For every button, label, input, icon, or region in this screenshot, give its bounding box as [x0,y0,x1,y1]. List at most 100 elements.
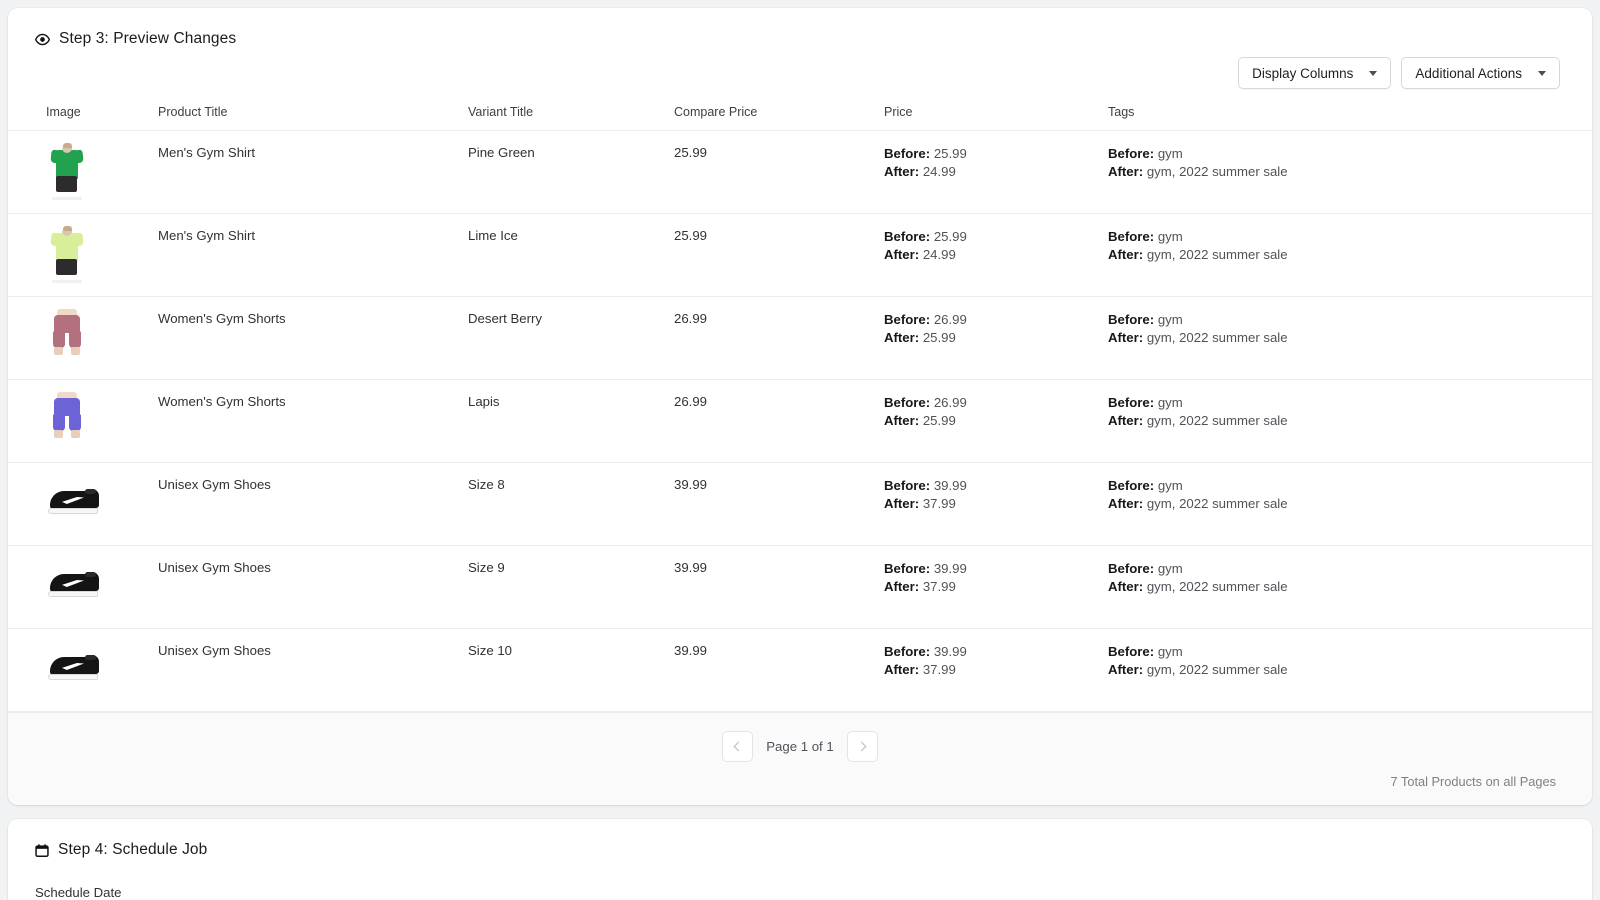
tags-after-line: After: gym, 2022 summer sale [1108,495,1592,513]
cell-variant-title: Size 9 [468,546,674,589]
product-thumbnail [46,392,88,448]
price-after-line: After: 37.99 [884,661,1108,679]
price-before-line: Before: 39.99 [884,560,1108,578]
preview-changes-table: Image Product Title Variant Title Compar… [8,105,1592,712]
product-thumbnail [46,226,88,282]
cell-product-title: Unisex Gym Shoes [158,546,468,589]
additional-actions-button[interactable]: Additional Actions [1401,57,1560,89]
cell-compare-price: 25.99 [674,131,884,174]
tags-before-line: Before: gym [1108,560,1592,578]
cell-tags: Before: gymAfter: gym, 2022 summer sale [1108,629,1592,693]
cell-compare-price: 26.99 [674,380,884,423]
column-header-price: Price [884,105,1108,131]
cell-tags: Before: gymAfter: gym, 2022 summer sale [1108,214,1592,278]
product-thumbnail [46,309,88,365]
tags-after-line: After: gym, 2022 summer sale [1108,661,1592,679]
cell-price: Before: 39.99After: 37.99 [884,463,1108,527]
table-row[interactable]: Unisex Gym ShoesSize 839.99Before: 39.99… [8,463,1592,546]
cell-variant-title: Lapis [468,380,674,423]
table-row[interactable]: Men's Gym ShirtLime Ice25.99Before: 25.9… [8,214,1592,297]
step3-card: Step 3: Preview Changes Display Columns … [8,8,1592,805]
page-root: Step 3: Preview Changes Display Columns … [0,0,1600,900]
pagination: Page 1 of 1 [8,731,1592,762]
cell-product-title: Unisex Gym Shoes [158,629,468,672]
table-footer: Page 1 of 1 7 Total Products on all Page… [8,712,1592,805]
chevron-right-icon [856,742,866,752]
pagination-next-button[interactable] [847,731,878,762]
table-row[interactable]: Women's Gym ShortsLapis26.99Before: 26.9… [8,380,1592,463]
cell-tags: Before: gymAfter: gym, 2022 summer sale [1108,380,1592,444]
column-header-compare-price: Compare Price [674,105,884,131]
cell-price: Before: 26.99After: 25.99 [884,380,1108,444]
product-thumbnail [46,641,88,697]
tags-after-line: After: gym, 2022 summer sale [1108,329,1592,347]
tags-after-line: After: gym, 2022 summer sale [1108,246,1592,264]
display-columns-label: Display Columns [1252,66,1353,81]
cell-tags: Before: gymAfter: gym, 2022 summer sale [1108,297,1592,361]
pagination-label: Page 1 of 1 [760,739,839,754]
column-header-variant-title: Variant Title [468,105,674,131]
cell-price: Before: 26.99After: 25.99 [884,297,1108,361]
display-columns-button[interactable]: Display Columns [1238,57,1391,89]
price-after-line: After: 37.99 [884,578,1108,596]
step4-card: Step 4: Schedule Job Schedule Date Run J… [8,819,1592,900]
cell-price: Before: 39.99After: 37.99 [884,546,1108,610]
cell-variant-title: Size 8 [468,463,674,506]
price-before-line: Before: 26.99 [884,394,1108,412]
price-before-line: Before: 26.99 [884,311,1108,329]
tags-before-line: Before: gym [1108,145,1592,163]
step4-header: Step 4: Schedule Job [8,819,1592,859]
cell-price: Before: 39.99After: 37.99 [884,629,1108,693]
cell-product-title: Women's Gym Shorts [158,380,468,423]
tags-before-line: Before: gym [1108,311,1592,329]
price-before-line: Before: 39.99 [884,643,1108,661]
price-after-line: After: 25.99 [884,412,1108,430]
page-title: Step 3: Preview Changes [59,30,236,48]
cell-tags: Before: gymAfter: gym, 2022 summer sale [1108,546,1592,610]
cell-compare-price: 39.99 [674,546,884,589]
column-header-tags: Tags [1108,105,1592,131]
total-products-text: 7 Total Products on all Pages [8,762,1592,789]
price-before-line: Before: 25.99 [884,228,1108,246]
cell-product-title: Men's Gym Shirt [158,214,468,257]
cell-product-title: Unisex Gym Shoes [158,463,468,506]
table-row[interactable]: Unisex Gym ShoesSize 939.99Before: 39.99… [8,546,1592,629]
eye-icon [35,32,50,47]
cell-variant-title: Size 10 [468,629,674,672]
price-after-line: After: 24.99 [884,163,1108,181]
cell-tags: Before: gymAfter: gym, 2022 summer sale [1108,131,1592,195]
tags-before-line: Before: gym [1108,394,1592,412]
additional-actions-label: Additional Actions [1415,66,1522,81]
table-header-row: Image Product Title Variant Title Compar… [8,105,1592,131]
price-after-line: After: 24.99 [884,246,1108,264]
cell-product-title: Men's Gym Shirt [158,131,468,174]
tags-after-line: After: gym, 2022 summer sale [1108,578,1592,596]
column-header-image: Image [8,105,158,131]
chevron-down-icon [1369,71,1377,76]
cell-variant-title: Lime Ice [468,214,674,257]
tags-after-line: After: gym, 2022 summer sale [1108,163,1592,181]
tags-before-line: Before: gym [1108,228,1592,246]
cell-variant-title: Desert Berry [468,297,674,340]
cell-price: Before: 25.99After: 24.99 [884,131,1108,195]
product-thumbnail [46,143,88,199]
cell-price: Before: 25.99After: 24.99 [884,214,1108,278]
table-row[interactable]: Men's Gym ShirtPine Green25.99Before: 25… [8,131,1592,214]
table-head: Image Product Title Variant Title Compar… [8,105,1592,131]
cell-compare-price: 25.99 [674,214,884,257]
cell-compare-price: 39.99 [674,629,884,672]
chevron-down-icon [1538,71,1546,76]
cell-tags: Before: gymAfter: gym, 2022 summer sale [1108,463,1592,527]
chevron-left-icon [734,742,744,752]
cell-variant-title: Pine Green [468,131,674,174]
tags-after-line: After: gym, 2022 summer sale [1108,412,1592,430]
step3-toolbar: Display Columns Additional Actions [8,48,1592,89]
pagination-prev-button[interactable] [722,731,753,762]
product-thumbnail [46,475,88,531]
table-row[interactable]: Unisex Gym ShoesSize 1039.99Before: 39.9… [8,629,1592,712]
price-after-line: After: 37.99 [884,495,1108,513]
table-row[interactable]: Women's Gym ShortsDesert Berry26.99Befor… [8,297,1592,380]
cell-compare-price: 26.99 [674,297,884,340]
price-before-line: Before: 25.99 [884,145,1108,163]
tags-before-line: Before: gym [1108,477,1592,495]
